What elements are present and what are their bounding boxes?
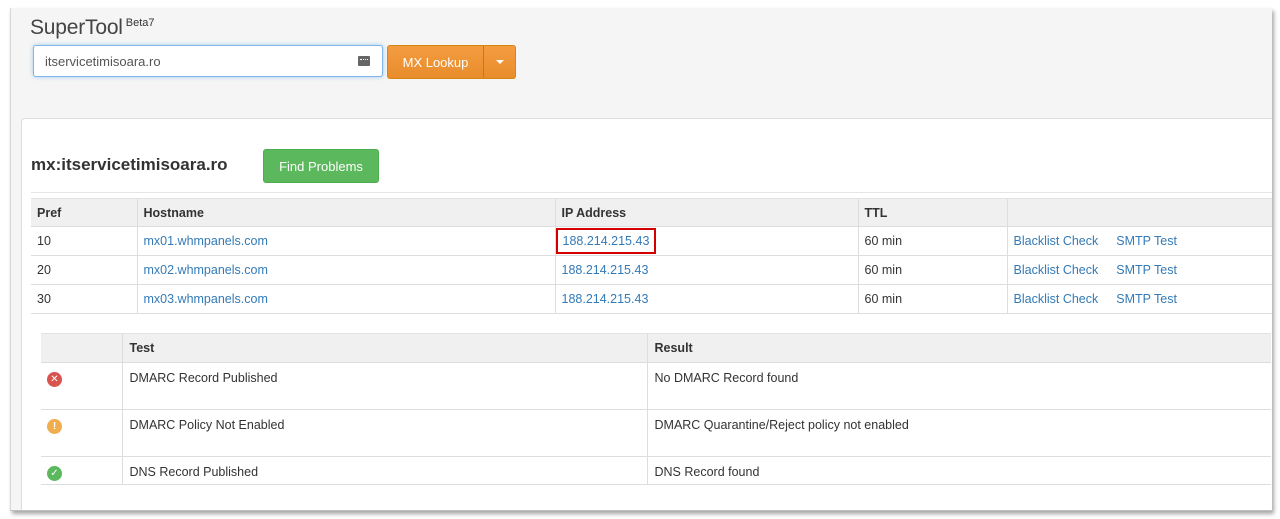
- ip-cell: 188.214.215.43: [554, 255, 858, 285]
- mx-records-table: Pref Hostname IP Address TTL 10 mx01.whm…: [31, 198, 1272, 314]
- table-row: ✕ DMARC Record Published No DMARC Record…: [41, 362, 1271, 410]
- result-cell: DNS Record found: [646, 456, 1271, 485]
- pref-cell: 10: [31, 226, 137, 256]
- pref-cell: 20: [31, 255, 137, 285]
- col-header-status: [41, 333, 122, 363]
- ip-cell: 188.214.215.43: [554, 226, 858, 256]
- app-window: SuperToolBeta7 MX Lookup mx:itservicetim…: [10, 8, 1272, 511]
- ttl-cell: 60 min: [857, 255, 1007, 285]
- col-header-ttl[interactable]: TTL: [857, 198, 1007, 227]
- test-name-cell: DMARC Policy Not Enabled: [121, 409, 647, 457]
- table-header-row: Test Result: [41, 333, 1271, 363]
- col-header-hostname[interactable]: Hostname: [136, 198, 555, 227]
- x-circle-icon: ✕: [47, 372, 62, 387]
- hostname-link[interactable]: mx01.whmpanels.com: [144, 234, 268, 248]
- ttl-cell: 60 min: [857, 226, 1007, 256]
- col-header-pref[interactable]: Pref: [31, 198, 137, 227]
- smtp-test-link[interactable]: SMTP Test: [1116, 263, 1177, 277]
- hostname-cell: mx03.whmpanels.com: [136, 284, 555, 314]
- blacklist-check-link[interactable]: Blacklist Check: [1014, 292, 1099, 306]
- ip-cell: 188.214.215.43: [554, 284, 858, 314]
- test-results-table: Test Result ✕ DMARC Record Published No …: [41, 333, 1271, 485]
- table-row: ! DMARC Policy Not Enabled DMARC Quarant…: [41, 409, 1271, 457]
- domain-search-input[interactable]: [33, 45, 383, 77]
- table-row: 10 mx01.whmpanels.com 188.214.215.43 60 …: [31, 226, 1272, 256]
- actions-cell: Blacklist Check SMTP Test: [1006, 226, 1272, 256]
- actions-cell: Blacklist Check SMTP Test: [1006, 255, 1272, 285]
- smtp-test-link[interactable]: SMTP Test: [1116, 292, 1177, 306]
- ip-link[interactable]: 188.214.215.43: [562, 263, 649, 277]
- test-name-cell: DMARC Record Published: [121, 362, 647, 410]
- exclamation-circle-icon: !: [47, 419, 62, 434]
- ip-highlight-box: 188.214.215.43: [555, 228, 657, 254]
- pref-cell: 30: [31, 284, 137, 314]
- panel-title: mx:itservicetimisoara.ro: [31, 155, 228, 174]
- status-cell: !: [41, 409, 122, 457]
- col-header-actions: [1006, 198, 1272, 227]
- table-header-row: Pref Hostname IP Address TTL: [31, 198, 1272, 227]
- test-name-cell: DNS Record Published: [121, 456, 647, 485]
- col-header-test[interactable]: Test: [121, 333, 647, 363]
- ttl-cell: 60 min: [857, 284, 1007, 314]
- status-cell: ✕: [41, 362, 122, 410]
- table-row: 20 mx02.whmpanels.com 188.214.215.43 60 …: [31, 255, 1272, 285]
- keyboard-icon[interactable]: [358, 56, 370, 66]
- blacklist-check-link[interactable]: Blacklist Check: [1014, 263, 1099, 277]
- hostname-link[interactable]: mx02.whmpanels.com: [144, 263, 268, 277]
- hostname-cell: mx01.whmpanels.com: [136, 226, 555, 256]
- app-title: SuperTool: [30, 16, 123, 39]
- mx-lookup-button[interactable]: MX Lookup: [387, 45, 483, 79]
- table-row: ✓ DNS Record Published DNS Record found: [41, 456, 1271, 485]
- table-row: 30 mx03.whmpanels.com 188.214.215.43 60 …: [31, 284, 1272, 314]
- col-header-result[interactable]: Result: [646, 333, 1271, 363]
- divider: [31, 192, 1272, 193]
- version-badge: Beta7: [125, 17, 155, 29]
- hostname-link[interactable]: mx03.whmpanels.com: [144, 292, 268, 306]
- find-problems-button[interactable]: Find Problems: [263, 149, 379, 183]
- result-cell: No DMARC Record found: [646, 362, 1271, 410]
- smtp-test-link[interactable]: SMTP Test: [1116, 234, 1177, 248]
- actions-cell: Blacklist Check SMTP Test: [1006, 284, 1272, 314]
- hostname-cell: mx02.whmpanels.com: [136, 255, 555, 285]
- blacklist-check-link[interactable]: Blacklist Check: [1014, 234, 1099, 248]
- caret-down-icon: [495, 60, 504, 64]
- status-cell: ✓: [41, 456, 122, 485]
- lookup-dropdown-toggle[interactable]: [483, 45, 516, 79]
- brand: SuperTool Beta7: [30, 16, 155, 44]
- ip-link[interactable]: 188.214.215.43: [563, 234, 650, 248]
- check-circle-icon: ✓: [47, 466, 62, 481]
- ip-link[interactable]: 188.214.215.43: [562, 292, 649, 306]
- col-header-ip[interactable]: IP Address: [554, 198, 858, 227]
- result-cell: DMARC Quarantine/Reject policy not enabl…: [646, 409, 1271, 457]
